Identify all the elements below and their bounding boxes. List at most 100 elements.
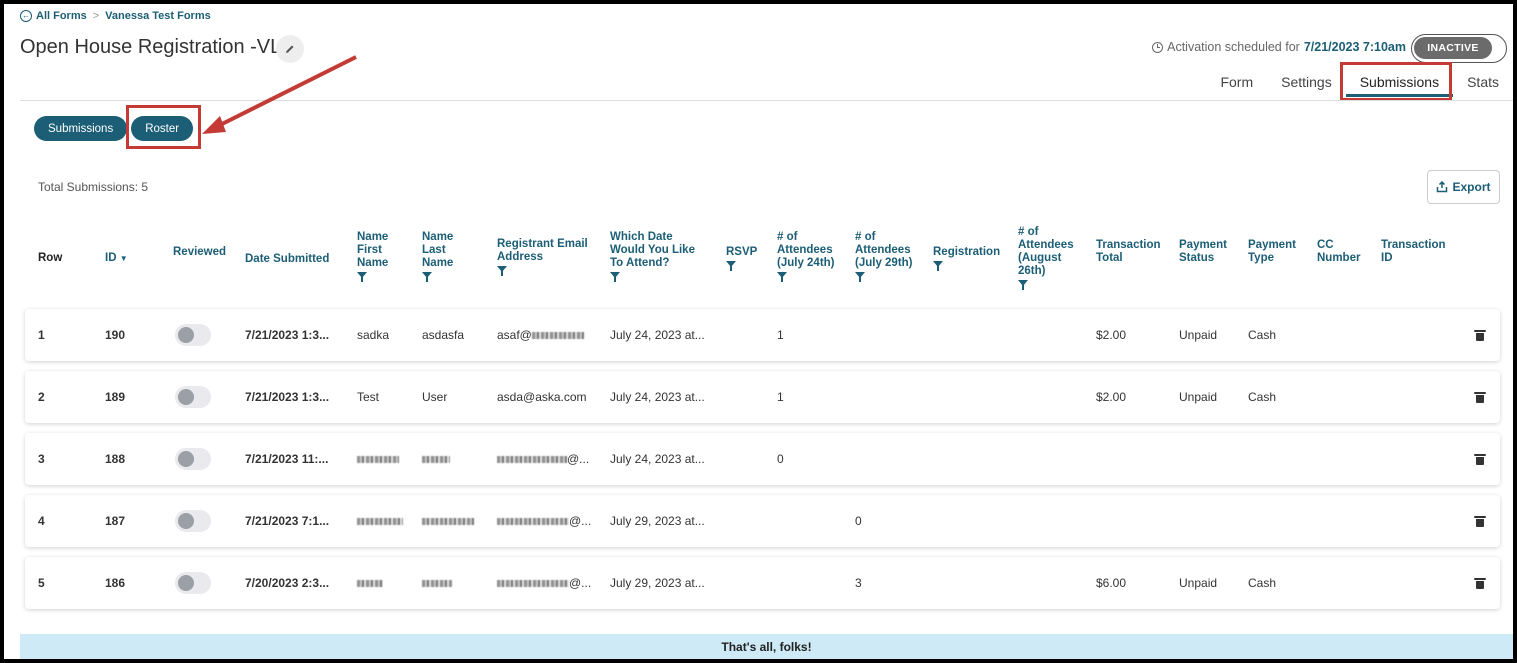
table-row[interactable]: 2 189 7/21/2023 1:3... Test User asda@as… (25, 371, 1500, 423)
header-first-name[interactable]: Name First Name (357, 231, 397, 282)
filter-icon[interactable] (726, 261, 736, 271)
header-rsvp-label: RSVP (726, 246, 758, 258)
toggle-switch[interactable] (175, 386, 211, 408)
cell-id: 189 (105, 390, 126, 404)
filter-icon[interactable] (1018, 280, 1028, 290)
export-icon (1437, 181, 1448, 193)
table-row[interactable]: 1 190 7/21/2023 1:3... sadka asdasfa asa… (25, 309, 1500, 361)
table-row[interactable]: 3 188 7/21/2023 11:... @... July 24, 202… (25, 433, 1500, 485)
trash-icon (1474, 577, 1486, 589)
reviewed-toggle[interactable] (175, 495, 211, 547)
activation-prefix: Activation scheduled for (1167, 40, 1300, 54)
cell-transaction-total: $2.00 (1096, 328, 1127, 342)
filter-icon[interactable] (610, 272, 620, 282)
end-of-list-banner: That's all, folks! (20, 634, 1513, 659)
cell-first-name: sadka (357, 328, 390, 342)
header-attendees-july24[interactable]: # of Attendees (July 24th) (777, 231, 837, 282)
cell-id: 187 (105, 514, 126, 528)
header-id-label: ID (105, 252, 117, 264)
header-which-date[interactable]: Which Date Would You Like To Attend? (610, 231, 698, 282)
total-label: Total Submissions: (38, 180, 139, 194)
tab-settings[interactable]: Settings (1267, 70, 1346, 97)
cell-payment-type: Cash (1248, 390, 1277, 404)
table-row[interactable]: 4 187 7/21/2023 7:1... @... July 29, 202… (25, 495, 1500, 547)
header-payment-status[interactable]: Payment Status (1179, 239, 1229, 265)
header-last-name[interactable]: Name Last Name (422, 231, 462, 282)
redacted-text (422, 579, 452, 587)
status-badge: INACTIVE (1414, 37, 1492, 59)
toggle-switch[interactable] (175, 510, 211, 532)
trash-icon (1474, 515, 1486, 527)
filter-icon[interactable] (777, 272, 787, 282)
total-count: 5 (141, 180, 149, 194)
filter-icon[interactable] (497, 266, 507, 276)
header-attendees-aug26[interactable]: # of Attendees (August 26th) (1018, 226, 1078, 290)
header-transaction-id[interactable]: Transaction ID (1381, 239, 1446, 265)
cell-email: @... (497, 433, 589, 485)
cell-row: 5 (38, 576, 45, 590)
header-attendees-july29[interactable]: # of Attendees (July 29th) (855, 231, 915, 282)
header-which-date-label: Which Date Would You Like To Attend? (610, 231, 695, 269)
toggle-switch[interactable] (175, 572, 211, 594)
delete-button[interactable] (1474, 371, 1486, 423)
header-rsvp[interactable]: RSVP (726, 246, 758, 271)
cell-first-name (357, 557, 383, 609)
filter-icon[interactable] (357, 272, 367, 282)
cell-row: 3 (38, 452, 45, 466)
cell-email-text: @... (569, 576, 592, 590)
export-button[interactable]: Export (1427, 170, 1500, 204)
cell-last-name (422, 557, 452, 609)
cell-first-name (357, 433, 399, 485)
filter-icon[interactable] (933, 261, 943, 271)
redacted-text (497, 579, 569, 587)
header-id[interactable]: ID ▼ (105, 252, 128, 265)
trash-icon (1474, 329, 1486, 341)
header-row: Row (38, 252, 63, 264)
toggle-switch[interactable] (175, 448, 211, 470)
cell-date: 7/21/2023 1:3... (245, 328, 330, 342)
trash-icon (1474, 453, 1486, 465)
table-row[interactable]: 5 186 7/20/2023 2:3... @... July 29, 202… (25, 557, 1500, 609)
toggle-switch[interactable] (175, 324, 211, 346)
reviewed-toggle[interactable] (175, 371, 211, 423)
header-email[interactable]: Registrant Email Address (497, 238, 592, 276)
delete-button[interactable] (1474, 433, 1486, 485)
cell-date: 7/21/2023 1:3... (245, 390, 330, 404)
header-last-name-label: Name Last Name (422, 231, 454, 269)
header-registration[interactable]: Registration (933, 246, 1000, 271)
header-transaction-total[interactable]: Transaction Total (1096, 239, 1161, 265)
delete-button[interactable] (1474, 557, 1486, 609)
header-date-submitted[interactable]: Date Submitted (245, 253, 329, 266)
annotation-arrow (202, 55, 357, 134)
cell-email: asda@aska.com (497, 390, 587, 404)
cell-which-date: July 29, 2023 at... (610, 514, 705, 528)
cell-which-date: July 24, 2023 at... (610, 328, 705, 342)
redacted-text (422, 455, 450, 463)
reviewed-toggle[interactable] (175, 433, 211, 485)
tab-stats[interactable]: Stats (1453, 70, 1513, 97)
cell-email: asaf@ (497, 309, 584, 361)
header-reviewed[interactable]: Reviewed (173, 246, 226, 259)
cell-email: @... (497, 495, 591, 547)
clock-icon (1152, 41, 1164, 53)
cell-attendees-july29: 3 (855, 576, 862, 590)
delete-button[interactable] (1474, 495, 1486, 547)
cell-email-text: @... (567, 452, 590, 466)
redacted-text (497, 455, 567, 463)
filter-icon[interactable] (855, 272, 865, 282)
status-toggle[interactable]: INACTIVE (1411, 34, 1507, 63)
tab-form[interactable]: Form (1206, 70, 1267, 97)
reviewed-toggle[interactable] (175, 557, 211, 609)
filter-icon[interactable] (422, 272, 432, 282)
header-payment-type[interactable]: Payment Type (1248, 239, 1298, 265)
cell-date: 7/20/2023 2:3... (245, 576, 330, 590)
cell-which-date: July 29, 2023 at... (610, 576, 705, 590)
cell-attendees-july29: 0 (855, 514, 862, 528)
total-submissions: Total Submissions: 5 (38, 180, 148, 194)
header-cc-number[interactable]: CC Number (1317, 239, 1362, 265)
cell-last-name (422, 433, 450, 485)
cell-date: 7/21/2023 7:1... (245, 514, 330, 528)
delete-button[interactable] (1474, 309, 1486, 361)
activation-info: Activation scheduled for 7/21/2023 7:10a… (1152, 40, 1406, 54)
reviewed-toggle[interactable] (175, 309, 211, 361)
